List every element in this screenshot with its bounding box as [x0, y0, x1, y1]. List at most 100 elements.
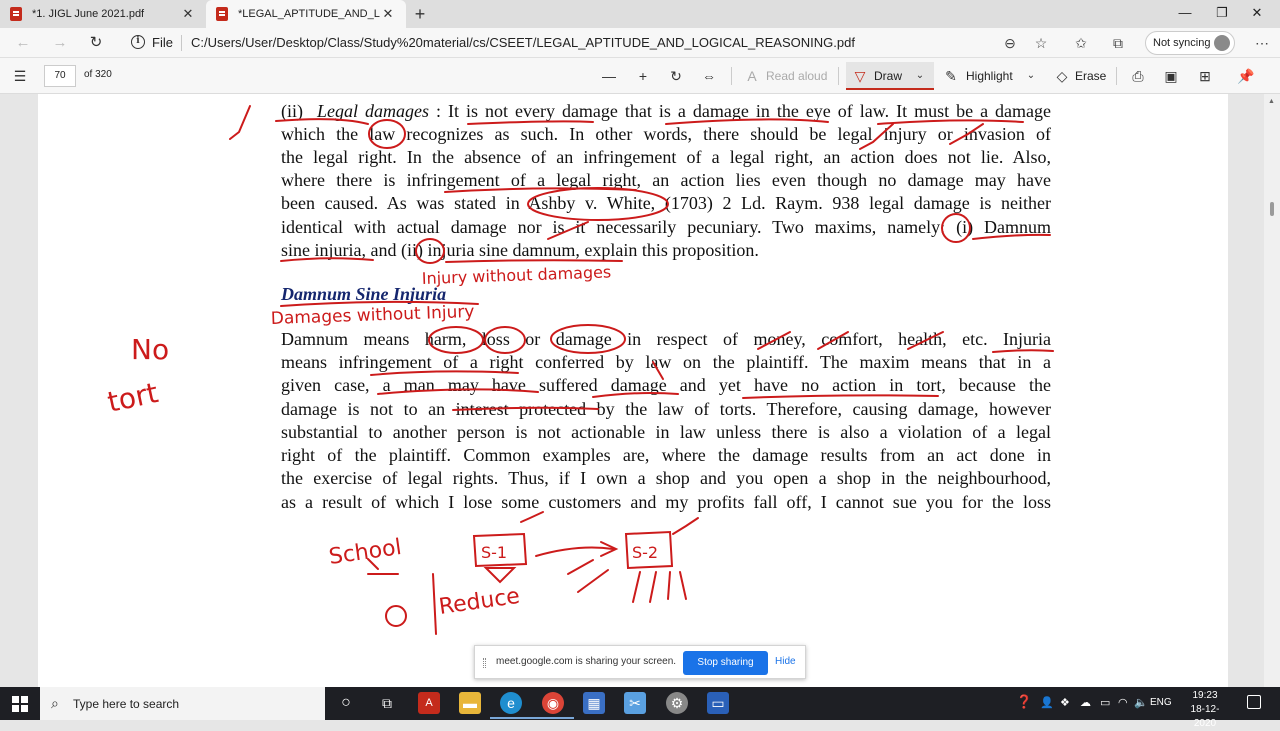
ink-box-s1 — [472, 532, 528, 568]
help-icon[interactable]: ❓ — [1016, 694, 1032, 710]
hide-button[interactable]: Hide — [775, 656, 796, 667]
notifications-icon[interactable] — [1247, 695, 1261, 709]
pdf-file-icon — [10, 7, 22, 21]
chevron-down-icon[interactable]: ⌄ — [1025, 66, 1037, 86]
pdf-file-icon — [216, 7, 228, 21]
page-number-input[interactable]: 70 — [44, 65, 76, 87]
language-indicator[interactable]: ENG — [1150, 697, 1172, 708]
more-menu-icon[interactable]: ⋯ — [1253, 34, 1271, 52]
ink-note-s1: S-1 — [481, 543, 507, 562]
zoom-icon[interactable]: ⊖ — [1001, 34, 1019, 52]
dropbox-icon[interactable]: ❖ — [1060, 696, 1070, 709]
back-icon[interactable]: ← — [12, 33, 34, 53]
edge-icon[interactable]: e — [490, 692, 532, 719]
ink-check-mark — [672, 517, 699, 535]
cortana-icon[interactable]: ○ — [335, 692, 357, 714]
erase-button[interactable]: Erase — [1075, 69, 1106, 83]
acrobat-icon[interactable]: A — [418, 692, 440, 714]
print-icon[interactable]: ⎙ — [1129, 66, 1147, 86]
taskbar-search[interactable]: ⌕ Type here to search — [40, 687, 325, 720]
ink-note-s2: S-2 — [632, 543, 658, 562]
tab-legal-aptitude-pdf[interactable]: *LEGAL_APTITUDE_AND_LOGICAL_REASONING.pd… — [206, 0, 406, 28]
ink-check-mark — [229, 105, 251, 140]
para2-line: damage is not to an interest protected b… — [281, 399, 1051, 419]
ink-note-school: School — [327, 535, 403, 570]
ink-arrow-down — [483, 567, 517, 584]
ink-arrow-up — [667, 571, 671, 600]
ink-arrow — [577, 569, 609, 593]
tab-jigl-pdf[interactable]: *1. JIGL June 2021.pdf ✕ — [0, 0, 206, 28]
sync-button[interactable]: Not syncing — [1145, 31, 1235, 55]
para1-line: which the law recognizes as such. In oth… — [281, 124, 1051, 144]
window-app-icon[interactable]: ▭ — [707, 692, 729, 714]
wifi-icon[interactable]: ◠ — [1118, 696, 1128, 709]
para1-line-1: (ii) Legal damages : It is not every dam… — [281, 101, 1052, 121]
para1-line: identical with actual damage nor is it n… — [281, 217, 1051, 237]
zoom-in-icon[interactable]: + — [634, 66, 652, 86]
store-icon[interactable]: ▦ — [583, 692, 605, 714]
address-bar: ← → ↻ i File C:/Users/User/Desktop/Class… — [0, 28, 1280, 58]
file-explorer-icon[interactable]: ▬ — [459, 692, 481, 714]
highlighter-icon: ✎ — [945, 68, 957, 84]
ink-note-no: No — [131, 333, 169, 366]
battery-icon[interactable]: ▭ — [1100, 696, 1110, 709]
collections-icon[interactable]: ⧉ — [1109, 34, 1127, 52]
network-warning-icon[interactable]: ☁ — [1080, 696, 1091, 709]
ink-stroke — [367, 558, 379, 570]
highlight-button[interactable]: Highlight — [966, 69, 1013, 83]
contents-icon[interactable]: ☰ — [12, 66, 28, 86]
snip-icon[interactable]: ✂ — [624, 692, 646, 714]
save-icon[interactable]: ▣ — [1162, 66, 1180, 86]
task-view-icon[interactable]: ⧉ — [376, 692, 398, 714]
chevron-down-icon[interactable]: ⌄ — [914, 66, 926, 86]
windows-start-icon[interactable] — [12, 696, 28, 712]
scroll-thumb[interactable] — [1270, 202, 1274, 216]
scroll-up-icon[interactable]: ▲ — [1268, 98, 1275, 105]
pdf-page: (ii) Legal damages : It is not every dam… — [38, 94, 1228, 687]
pdf-viewer[interactable]: (ii) Legal damages : It is not every dam… — [0, 94, 1280, 687]
favorite-star-icon[interactable]: ☆ — [1032, 34, 1050, 52]
para2-line: Damnum means harm, loss or damage in res… — [281, 329, 1051, 349]
section-heading: Damnum Sine Injuria — [281, 284, 447, 304]
para2-line: substantial to another person is not act… — [281, 422, 1051, 442]
ink-note-tort: tort — [105, 376, 161, 419]
read-aloud-button[interactable]: Read aloud — [766, 69, 827, 83]
para1-line: where there is infringement of a legal r… — [281, 170, 1051, 190]
close-tab-icon[interactable]: ✕ — [380, 6, 396, 22]
ink-arrow — [535, 546, 614, 557]
drag-handle-icon[interactable] — [483, 658, 486, 668]
ink-box-s2 — [624, 530, 674, 570]
clock[interactable]: 19:23 18-12-2020 — [1180, 689, 1230, 731]
rotate-icon[interactable]: ↻ — [667, 66, 685, 86]
fit-page-icon[interactable]: ⇔ — [700, 66, 718, 86]
scrollbar[interactable]: ▲ — [1264, 94, 1280, 687]
para1-line: the legal right. In the absence of an in… — [281, 147, 1051, 167]
people-icon[interactable]: 👤 — [1040, 696, 1054, 709]
tab-title: *LEGAL_APTITUDE_AND_LOGICAL_REASONING.pd… — [238, 8, 380, 20]
stop-sharing-button[interactable]: Stop sharing — [683, 651, 768, 675]
screen-share-bar: meet.google.com is sharing your screen. … — [474, 645, 806, 679]
settings-app-icon[interactable]: ⚙ — [666, 692, 688, 714]
para1-line: sine injuria, and (ii) injuria sine damn… — [281, 240, 759, 260]
ink-arrow-head — [600, 541, 619, 557]
close-window-icon[interactable]: ✕ — [1234, 0, 1280, 28]
volume-icon[interactable]: 🔈 — [1134, 696, 1148, 709]
url-field[interactable]: C:/Users/User/Desktop/Class/Study%20mate… — [191, 35, 855, 50]
refresh-icon[interactable]: ↻ — [85, 33, 107, 53]
ink-arrow-up — [632, 571, 641, 603]
close-tab-icon[interactable]: ✕ — [180, 6, 196, 22]
chrome-icon[interactable]: ◉ — [532, 692, 574, 719]
save-as-icon[interactable]: ⊞ — [1196, 66, 1214, 86]
zoom-out-icon[interactable]: — — [600, 66, 618, 86]
ink-note-reduce: Reduce — [437, 584, 521, 620]
ink-arrow — [567, 559, 594, 575]
info-icon[interactable]: i — [131, 35, 145, 49]
favorites-icon[interactable]: ✩ — [1072, 34, 1090, 52]
legal-damages-title: Legal damages — [317, 101, 429, 121]
para2-line: as a result of which I lose some custome… — [281, 492, 1051, 512]
new-tab-icon[interactable]: + — [410, 4, 430, 24]
forward-icon[interactable]: → — [49, 33, 71, 53]
ink-note-injury-without-damages: Injury without damages — [421, 262, 611, 288]
pin-toolbar-icon[interactable]: 📌 — [1237, 66, 1255, 86]
share-message: meet.google.com is sharing your screen. — [496, 656, 677, 667]
